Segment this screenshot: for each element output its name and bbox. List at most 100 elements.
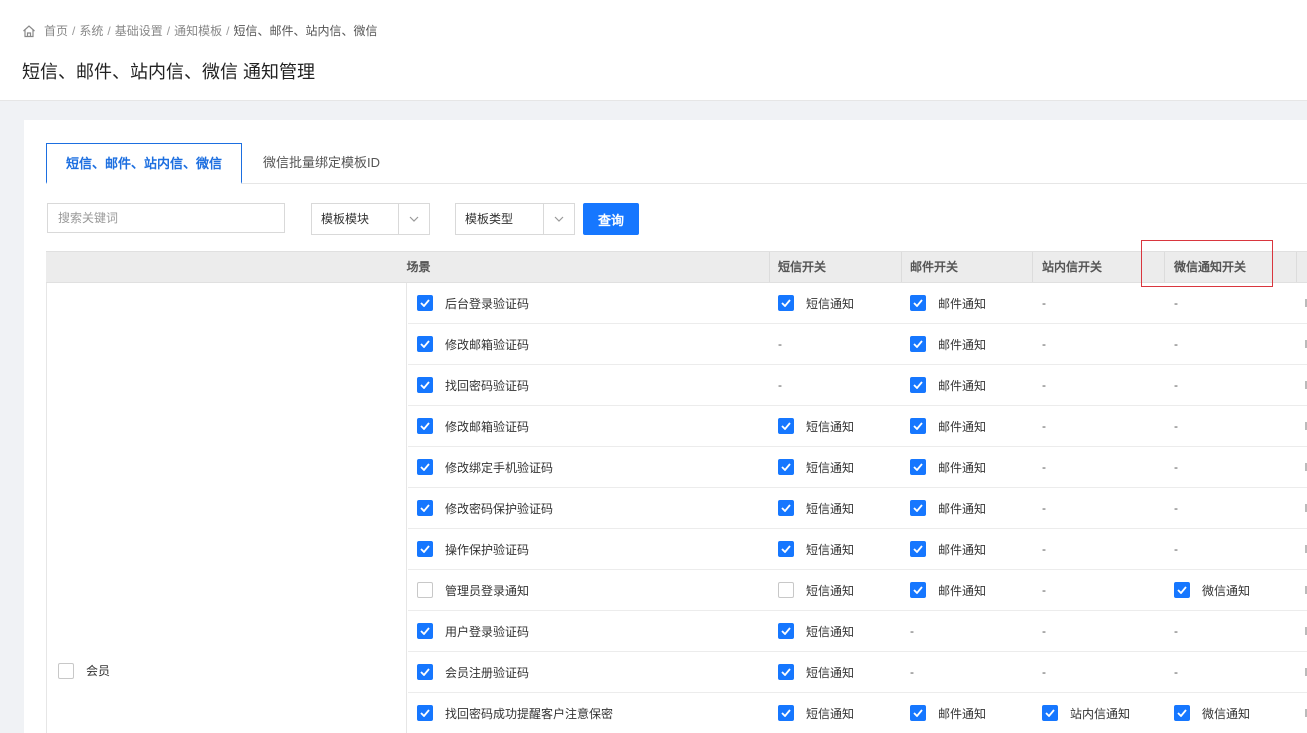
email-toggle[interactable]: 邮件通知	[910, 283, 986, 323]
sms-toggle[interactable]: 短信通知	[778, 570, 854, 610]
tab-bar: 短信、邮件、站内信、微信 微信批量绑定模板ID	[46, 143, 1307, 184]
scene-cell[interactable]: 修改邮箱验证码	[417, 324, 529, 364]
table-row: 用户登录验证码 短信通知 - - -	[408, 611, 1307, 652]
scene-cell[interactable]: 找回密码成功提醒客户注意保密	[417, 693, 613, 733]
email-checkbox[interactable]	[910, 500, 926, 516]
scene-name: 找回密码成功提醒客户注意保密	[445, 706, 614, 721]
scene-checkbox[interactable]	[417, 664, 433, 680]
sms-toggle[interactable]: 短信通知	[778, 283, 854, 323]
sms-toggle[interactable]: 短信通知	[778, 693, 854, 733]
sms-checkbox[interactable]	[778, 664, 794, 680]
inbox-checkbox[interactable]	[1042, 705, 1058, 721]
wechat-empty: -	[1174, 447, 1178, 487]
sms-label: 短信通知	[806, 419, 855, 434]
sms-checkbox[interactable]	[778, 582, 794, 598]
scene-cell[interactable]: 修改邮箱验证码	[417, 406, 529, 446]
scene-checkbox[interactable]	[417, 377, 433, 393]
wechat-toggle[interactable]: 微信通知	[1174, 570, 1250, 610]
scene-checkbox[interactable]	[417, 582, 433, 598]
email-label: 邮件通知	[938, 501, 987, 516]
table-header: 场景 短信开关 邮件开关 站内信开关 微信通知开关	[46, 251, 1307, 283]
sms-checkbox[interactable]	[778, 459, 794, 475]
sms-checkbox[interactable]	[778, 295, 794, 311]
header-email: 邮件开关	[910, 260, 959, 274]
wechat-toggle[interactable]: 微信通知	[1174, 693, 1250, 733]
email-checkbox[interactable]	[910, 295, 926, 311]
email-toggle[interactable]: 邮件通知	[910, 406, 986, 446]
group-member[interactable]: 会员	[58, 662, 110, 679]
sms-toggle[interactable]: 短信通知	[778, 652, 854, 692]
header-inbox: 站内信开关	[1042, 260, 1103, 274]
scene-cell[interactable]: 用户登录验证码	[417, 611, 529, 651]
wechat-checkbox[interactable]	[1174, 705, 1190, 721]
scene-name: 找回密码验证码	[445, 378, 530, 393]
email-toggle[interactable]: 邮件通知	[910, 529, 986, 569]
inbox-toggle[interactable]: 站内信通知	[1042, 693, 1130, 733]
inbox-empty: -	[1042, 652, 1046, 692]
inbox-empty: -	[1042, 488, 1046, 528]
email-toggle[interactable]: 邮件通知	[910, 324, 986, 364]
module-select[interactable]: 模板模块	[311, 203, 430, 235]
search-input[interactable]	[47, 203, 285, 233]
scene-cell[interactable]: 会员注册验证码	[417, 652, 529, 692]
sms-checkbox[interactable]	[778, 541, 794, 557]
scene-cell[interactable]: 管理员登录通知	[417, 570, 529, 610]
sms-checkbox[interactable]	[778, 418, 794, 434]
query-button[interactable]: 查询	[583, 203, 639, 235]
email-toggle[interactable]: 邮件通知	[910, 447, 986, 487]
scene-checkbox[interactable]	[417, 541, 433, 557]
email-empty: -	[910, 611, 914, 651]
email-checkbox[interactable]	[910, 582, 926, 598]
table-row: 修改绑定手机验证码 短信通知 邮件通知 - -	[408, 447, 1307, 488]
breadcrumb-home[interactable]: 首页	[44, 22, 68, 39]
sms-toggle[interactable]: 短信通知	[778, 611, 854, 651]
type-select[interactable]: 模板类型	[455, 203, 575, 235]
scene-checkbox[interactable]	[417, 418, 433, 434]
email-checkbox[interactable]	[910, 377, 926, 393]
email-checkbox[interactable]	[910, 336, 926, 352]
sms-toggle[interactable]: 短信通知	[778, 447, 854, 487]
sms-toggle[interactable]: 短信通知	[778, 406, 854, 446]
home-icon[interactable]	[22, 24, 36, 38]
sms-checkbox[interactable]	[778, 623, 794, 639]
email-label: 邮件通知	[938, 337, 987, 352]
email-checkbox[interactable]	[910, 459, 926, 475]
email-toggle[interactable]: 邮件通知	[910, 365, 986, 405]
breadcrumb-system[interactable]: 系统	[79, 22, 103, 39]
scene-checkbox[interactable]	[417, 500, 433, 516]
scene-checkbox[interactable]	[417, 295, 433, 311]
wechat-label: 微信通知	[1202, 706, 1251, 721]
scene-name: 用户登录验证码	[445, 624, 530, 639]
email-checkbox[interactable]	[910, 418, 926, 434]
wechat-checkbox[interactable]	[1174, 582, 1190, 598]
scene-cell[interactable]: 修改绑定手机验证码	[417, 447, 553, 487]
scene-checkbox[interactable]	[417, 459, 433, 475]
email-toggle[interactable]: 邮件通知	[910, 488, 986, 528]
email-checkbox[interactable]	[910, 705, 926, 721]
sms-label: 短信通知	[806, 296, 855, 311]
breadcrumb-separator: /	[226, 23, 230, 38]
scene-checkbox[interactable]	[417, 705, 433, 721]
scene-checkbox[interactable]	[417, 623, 433, 639]
tab-wechat-batch-bind[interactable]: 微信批量绑定模板ID	[263, 143, 380, 182]
sms-toggle[interactable]: 短信通知	[778, 529, 854, 569]
breadcrumb-basic-settings[interactable]: 基础设置	[115, 22, 163, 39]
tab-notification-channels[interactable]: 短信、邮件、站内信、微信	[46, 143, 242, 184]
breadcrumb-current: 短信、邮件、站内信、微信	[233, 24, 378, 38]
sms-checkbox[interactable]	[778, 500, 794, 516]
sms-label: 短信通知	[806, 583, 855, 598]
scene-checkbox[interactable]	[417, 336, 433, 352]
breadcrumb-notification-template[interactable]: 通知模板	[174, 22, 222, 39]
scene-cell[interactable]: 修改密码保护验证码	[417, 488, 553, 528]
email-toggle[interactable]: 邮件通知	[910, 693, 986, 733]
sms-checkbox[interactable]	[778, 705, 794, 721]
email-toggle[interactable]: 邮件通知	[910, 570, 986, 610]
email-checkbox[interactable]	[910, 541, 926, 557]
scene-cell[interactable]: 操作保护验证码	[417, 529, 529, 569]
email-empty: -	[910, 652, 914, 692]
scene-cell[interactable]: 找回密码验证码	[417, 365, 529, 405]
inbox-empty: -	[1042, 283, 1046, 323]
sms-toggle[interactable]: 短信通知	[778, 488, 854, 528]
group-checkbox[interactable]	[58, 662, 74, 679]
scene-cell[interactable]: 后台登录验证码	[417, 283, 529, 323]
